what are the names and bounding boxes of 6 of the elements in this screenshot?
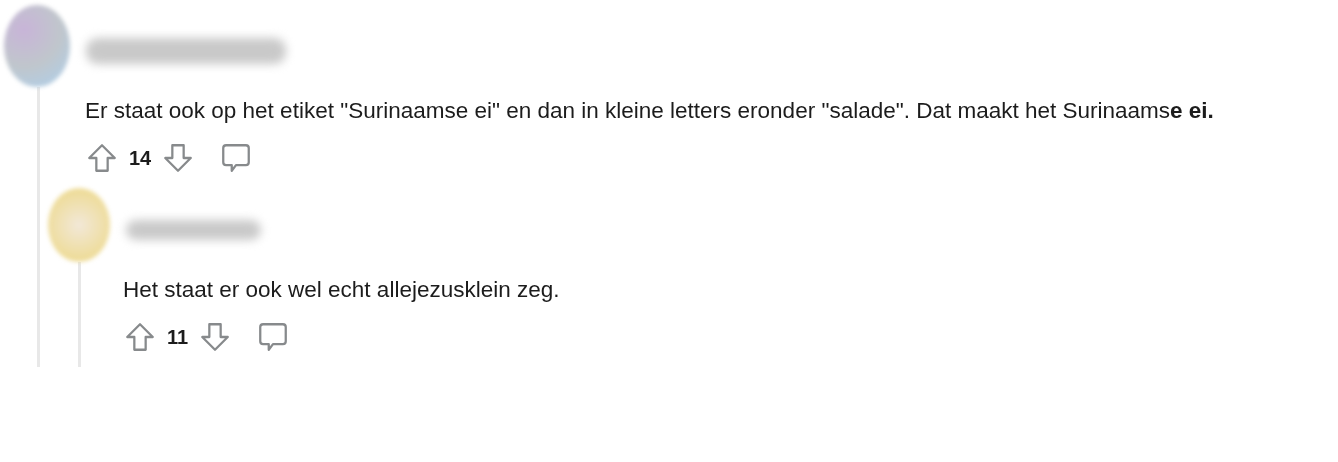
upvote-icon[interactable]: [85, 141, 119, 175]
upvote-icon[interactable]: [123, 320, 157, 354]
comment-text: Er staat ook op het etiket "Surinaamse ei" en dan in kleine letters eronder "salade". Dat maakt het Surinaamse ei.: [85, 97, 1215, 125]
comment-text: Het staat er ook wel echt allejezusklein zeg.: [123, 276, 561, 304]
vote-count: 14: [129, 146, 152, 170]
vote-count: 11: [167, 325, 189, 349]
